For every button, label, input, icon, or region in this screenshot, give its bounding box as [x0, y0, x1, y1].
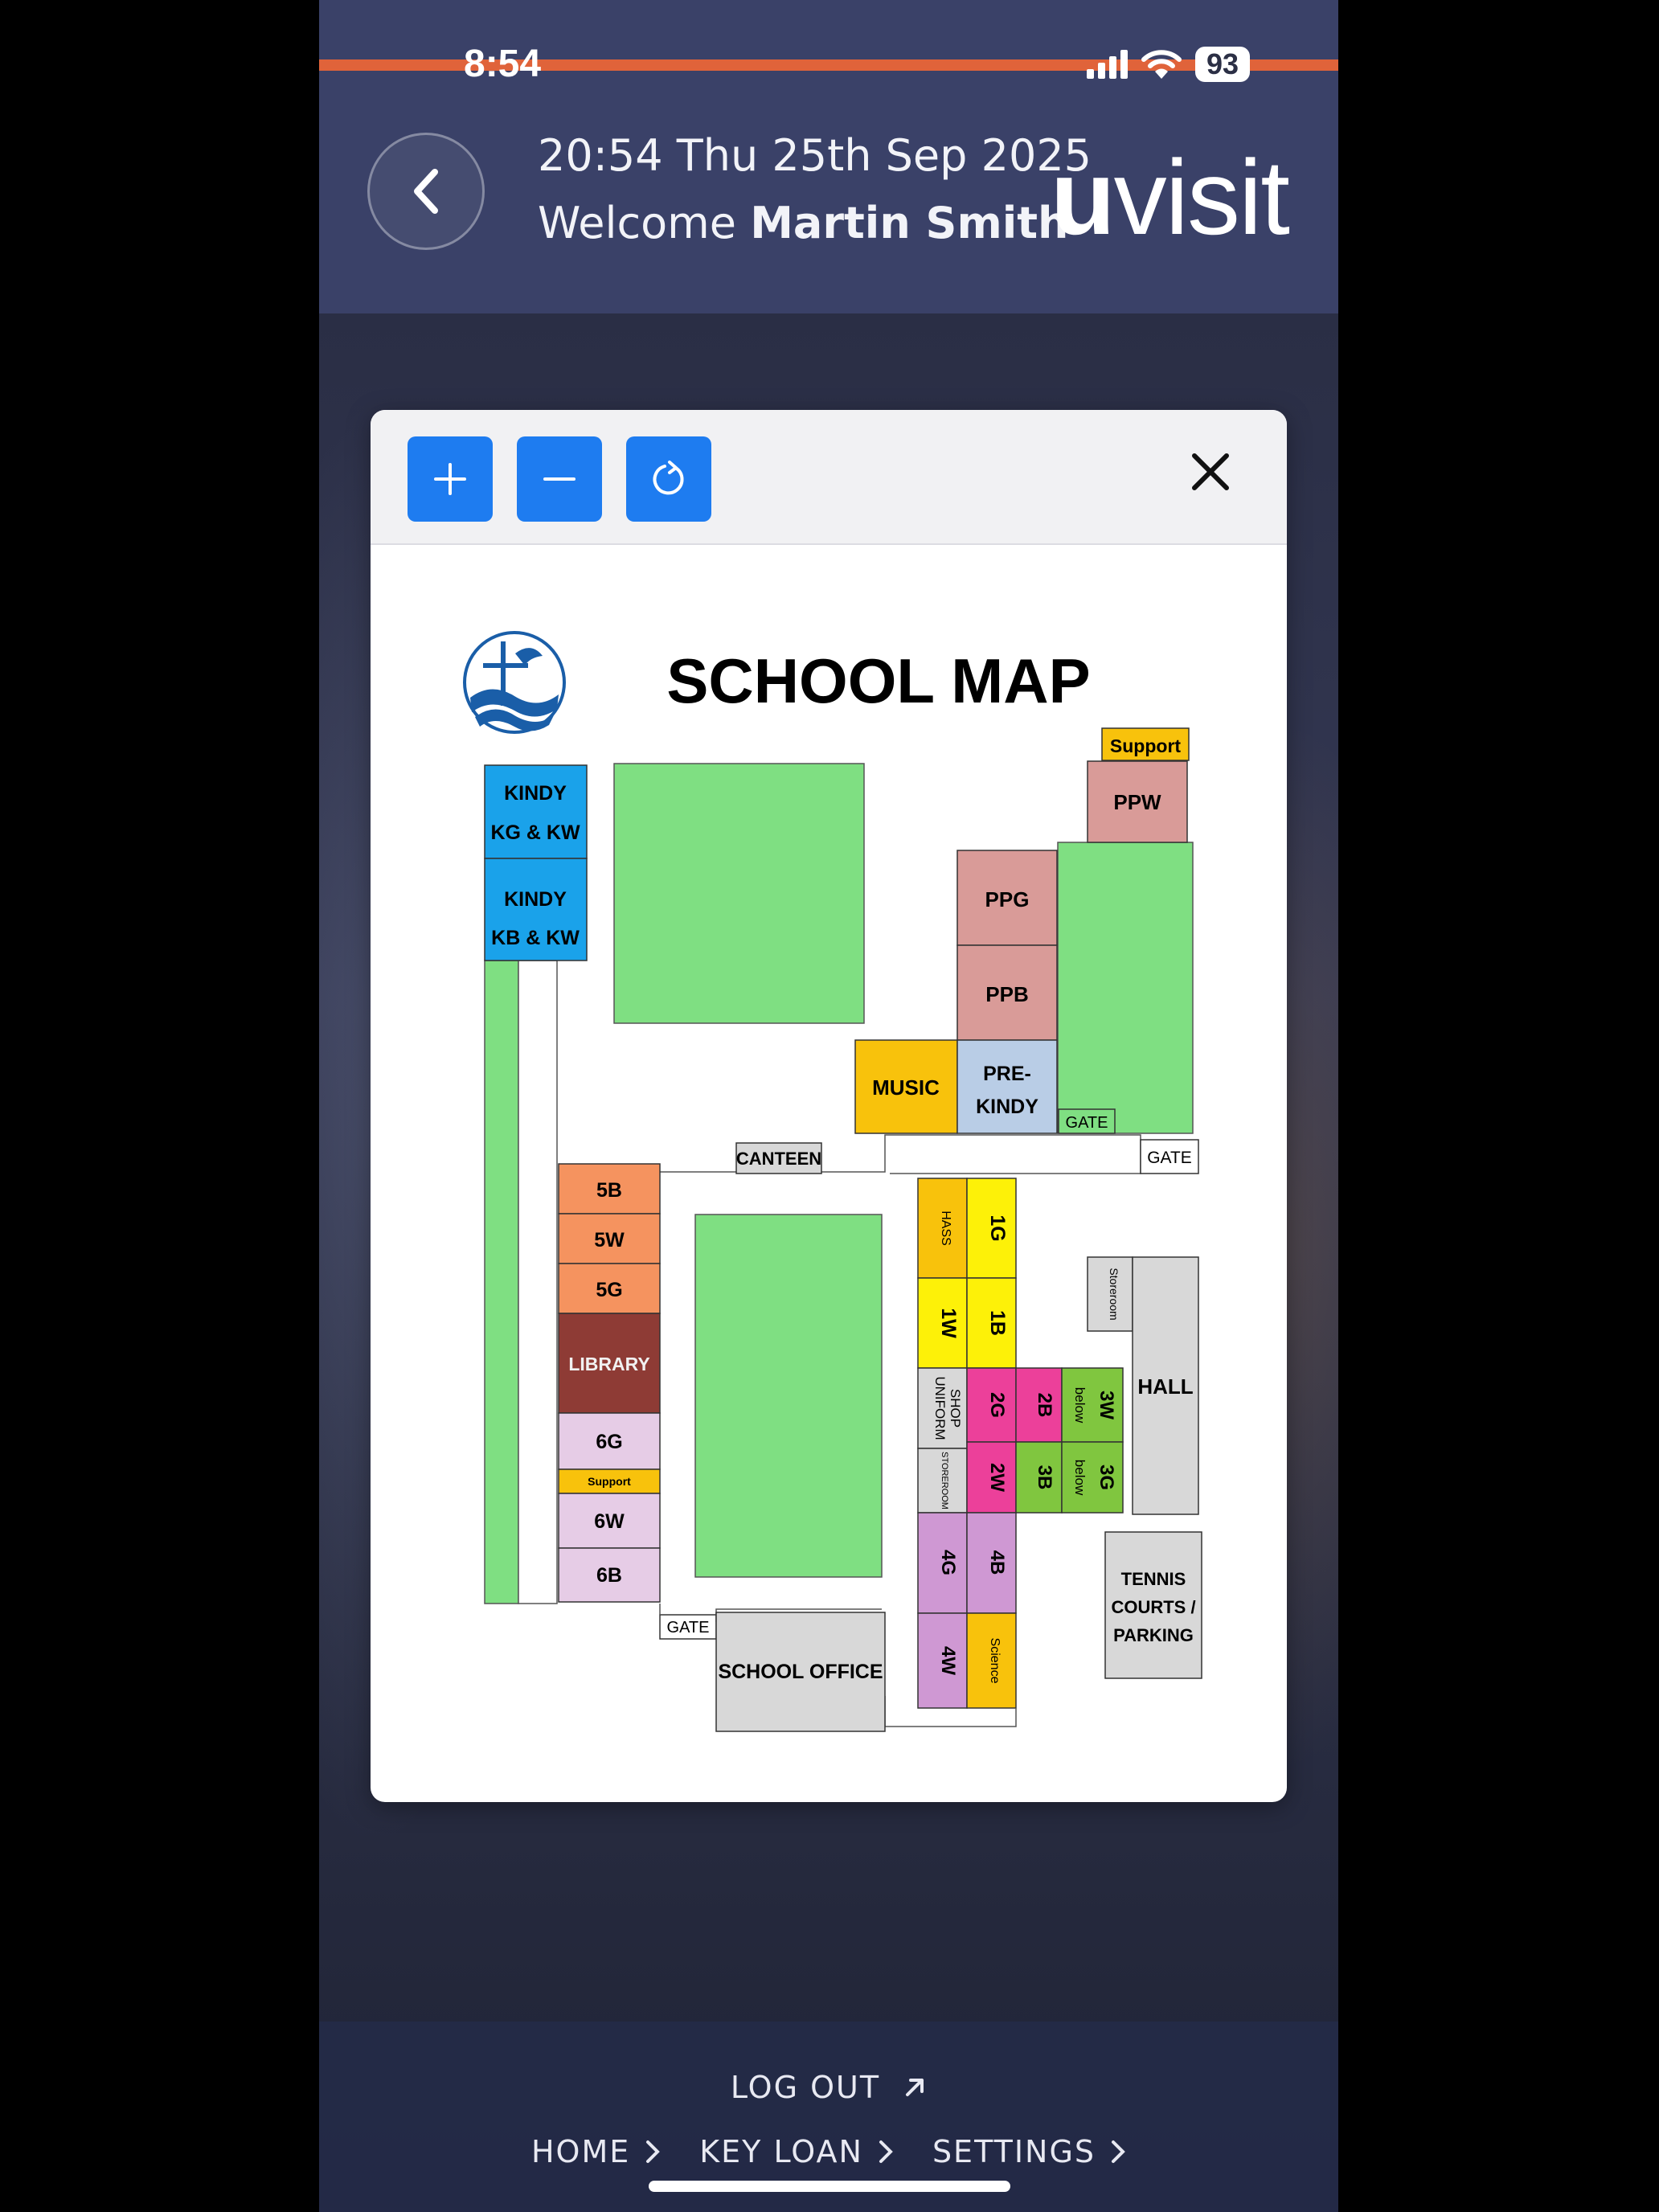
green-area-center	[694, 1214, 883, 1578]
chevron-right-icon	[1112, 2140, 1125, 2163]
label-storeroom-small: STOREROOM	[940, 1452, 949, 1509]
label-below-1: below	[1072, 1387, 1088, 1423]
label-kindy-1b: KG & KW	[490, 821, 580, 844]
label-ppw: PPW	[1113, 790, 1161, 814]
label-2g: 2G	[986, 1392, 1008, 1418]
label-5w: 5W	[594, 1229, 625, 1251]
wifi-icon	[1141, 50, 1182, 79]
label-6g: 6G	[596, 1431, 622, 1453]
close-button[interactable]	[1182, 444, 1239, 500]
plus-icon	[434, 463, 466, 495]
nav-settings-label: SETTINGS	[932, 2134, 1096, 2169]
uvisit-logo: uvisit	[1051, 138, 1290, 256]
footer-nav: HOME KEY LOAN SETTINGS	[319, 2134, 1338, 2169]
label-tennis-a: TENNIS	[1121, 1569, 1186, 1589]
label-ppg: PPG	[985, 887, 1030, 911]
label-library: LIBRARY	[568, 1354, 649, 1374]
label-2w: 2W	[986, 1463, 1008, 1492]
label-kindy-1a: KINDY	[504, 782, 567, 805]
label-ppb: PPB	[985, 982, 1028, 1006]
label-hall: HALL	[1137, 1374, 1193, 1399]
label-hass: HASS	[939, 1210, 952, 1246]
label-1w: 1W	[937, 1308, 960, 1338]
walkway-left	[518, 960, 558, 1604]
nav-home[interactable]: HOME	[531, 2134, 661, 2169]
header-datetime: 20:54 Thu 25th Sep 2025	[538, 130, 1092, 181]
chevron-left-icon	[414, 169, 438, 214]
green-strip-left	[484, 960, 519, 1604]
label-6b: 6B	[596, 1564, 622, 1587]
label-kindy-2b: KB & KW	[491, 927, 580, 949]
chevron-right-icon	[879, 2140, 893, 2163]
label-science: Science	[988, 1638, 1002, 1684]
cellular-signal-icon	[1086, 50, 1128, 79]
label-3w: 3W	[1096, 1391, 1117, 1419]
logout-link[interactable]: LOG OUT	[319, 2070, 1338, 2105]
arrow-up-right-icon	[906, 2079, 924, 2096]
label-uniform-b: SHOP	[948, 1389, 963, 1428]
school-emblem-logo	[463, 631, 566, 734]
label-storeroom: Storeroom	[1108, 1268, 1120, 1320]
label-6w: 6W	[594, 1510, 625, 1533]
label-canteen: CANTEEN	[736, 1149, 821, 1169]
label-tennis-c: PARKING	[1113, 1625, 1194, 1645]
welcome-prefix: Welcome	[538, 198, 737, 248]
label-gate-inner: GATE	[1066, 1114, 1108, 1132]
label-4w: 4W	[937, 1646, 959, 1675]
phone-screen: 8:54 93 20:54 Thu 25th Sep 2025 Welcome …	[319, 0, 1338, 2212]
reset-button[interactable]	[626, 436, 711, 522]
label-school-office: SCHOOL OFFICE	[718, 1661, 883, 1683]
zoom-out-button[interactable]	[517, 436, 602, 522]
battery-indicator: 93	[1194, 47, 1250, 82]
label-5g: 5G	[596, 1279, 622, 1301]
map-title: SCHOOL MAP	[666, 645, 1090, 716]
label-4b: 4B	[986, 1550, 1008, 1575]
nav-key-loan-label: KEY LOAN	[699, 2134, 863, 2169]
minus-icon	[543, 477, 576, 481]
label-3b: 3B	[1034, 1465, 1055, 1490]
walkway-canteen	[660, 1134, 1141, 1174]
home-indicator[interactable]	[649, 2181, 1010, 2192]
label-support-top: Support	[1110, 735, 1181, 756]
close-icon	[1192, 453, 1229, 490]
room-pre-kindy	[956, 1039, 1058, 1134]
status-time: 8:54	[464, 43, 542, 85]
label-gate-right: GATE	[1147, 1149, 1192, 1167]
label-prekindy-a: PRE-	[983, 1063, 1031, 1085]
label-support-small: Support	[588, 1475, 631, 1488]
label-music: MUSIC	[872, 1075, 940, 1100]
label-1g: 1G	[986, 1215, 1009, 1241]
nav-key-loan[interactable]: KEY LOAN	[699, 2134, 894, 2169]
kindy-kg-kw	[484, 764, 588, 859]
zoom-in-button[interactable]	[408, 436, 493, 522]
nav-settings[interactable]: SETTINGS	[932, 2134, 1126, 2169]
map-toolbar	[371, 410, 1287, 545]
label-2b: 2B	[1034, 1393, 1055, 1418]
app-header: 8:54 93 20:54 Thu 25th Sep 2025 Welcome …	[319, 0, 1338, 313]
green-area-right	[1057, 842, 1194, 1134]
chevron-right-icon	[646, 2140, 661, 2163]
back-button[interactable]	[367, 133, 485, 250]
status-icons: 93	[1086, 47, 1250, 82]
green-area-top	[613, 763, 865, 1024]
label-5b: 5B	[596, 1179, 622, 1202]
map-viewport[interactable]: SCHOOL MAP KINDY KG & KW KINDY KB & KW S	[371, 545, 1287, 1802]
user-name: Martin Smith	[750, 198, 1069, 248]
school-map: SCHOOL MAP KINDY KG & KW KINDY KB & KW S	[463, 631, 1202, 1732]
label-below-2: below	[1072, 1460, 1088, 1496]
rotate-icon	[653, 461, 684, 495]
label-gate-bottom: GATE	[667, 1619, 710, 1636]
header-welcome: Welcome Martin Smith	[538, 198, 1069, 248]
label-4g: 4G	[937, 1550, 959, 1575]
label-1b: 1B	[986, 1310, 1009, 1336]
label-prekindy-b: KINDY	[976, 1096, 1038, 1118]
school-map-modal: SCHOOL MAP KINDY KG & KW KINDY KB & KW S	[371, 410, 1287, 1802]
nav-home-label: HOME	[530, 2134, 631, 2169]
logout-label: LOG OUT	[730, 2070, 881, 2105]
label-tennis-b: COURTS /	[1111, 1597, 1195, 1617]
label-3g: 3G	[1096, 1464, 1117, 1490]
label-kindy-2a: KINDY	[504, 888, 567, 911]
label-uniform-a: UNIFORM	[932, 1376, 948, 1440]
